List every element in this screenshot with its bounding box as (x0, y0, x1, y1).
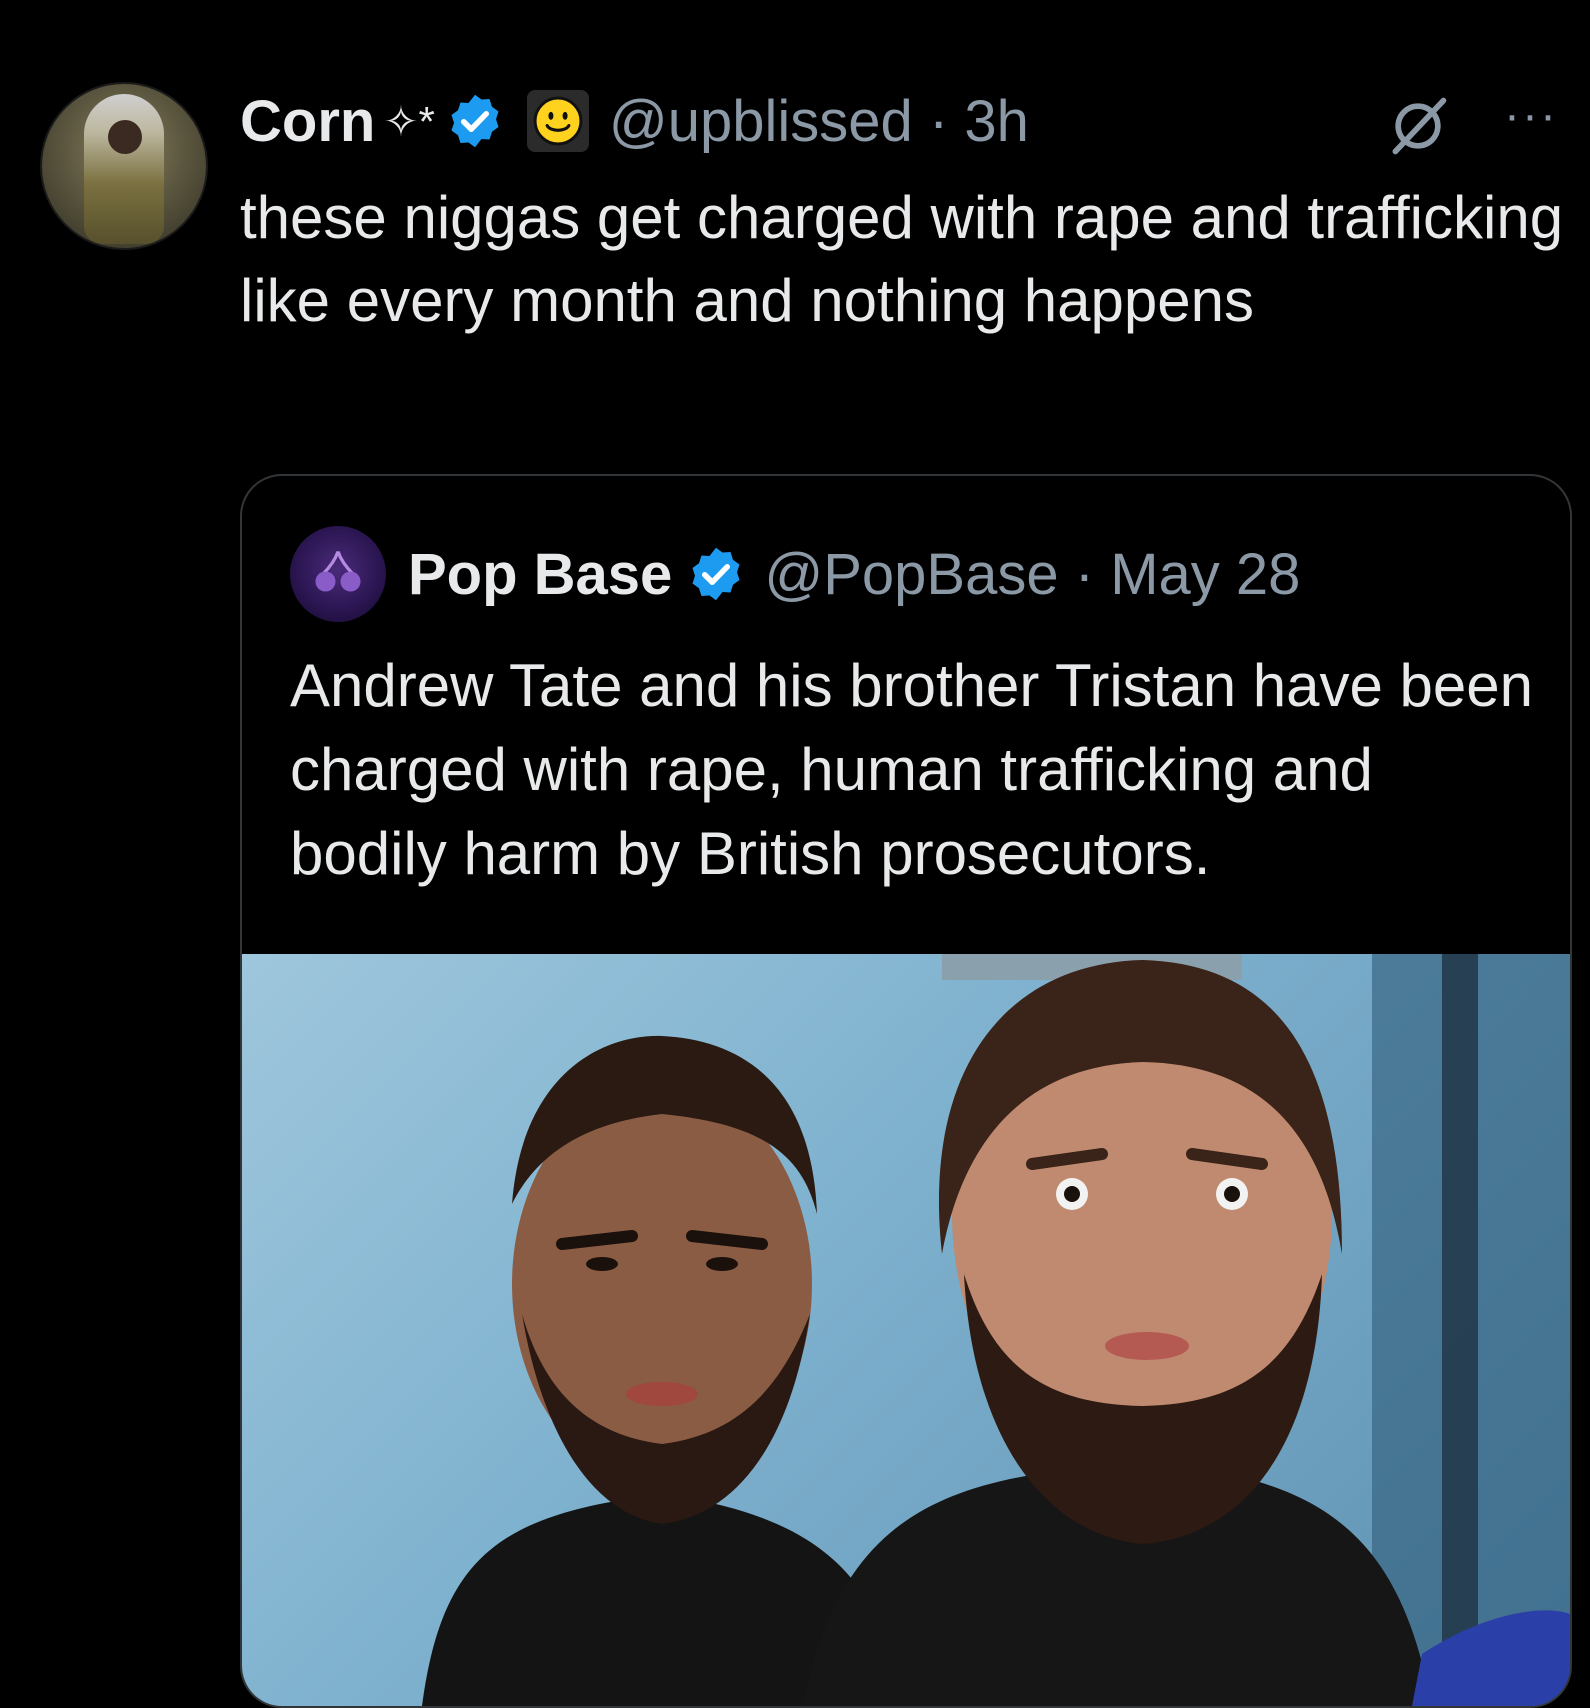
cherry-icon (315, 550, 361, 592)
separator-dot: · (928, 88, 949, 154)
author-name[interactable]: Corn (240, 88, 375, 155)
tweet-time[interactable]: 3h (964, 89, 1029, 154)
quoted-tweet-text: Andrew Tate and his brother Tristan have… (290, 652, 1534, 887)
quoted-header: Pop Base @PopBase · May 28 (408, 534, 1300, 614)
tweet-header: Corn ✧* @upblissed · 3h ··· (240, 86, 1570, 156)
grok-icon[interactable] (1384, 92, 1452, 165)
quoted-handle[interactable]: @PopBase · May 28 (764, 541, 1300, 608)
author-handle[interactable]: @upblissed · 3h (609, 88, 1029, 155)
photo-illustration (422, 954, 1570, 1706)
tweet-text: these niggas get charged with rape and t… (240, 184, 1564, 334)
verified-badge-icon[interactable] (445, 91, 505, 151)
quoted-tweet[interactable]: Pop Base @PopBase · May 28 Andrew Tate a… (240, 474, 1572, 1708)
quoted-verified-badge-icon[interactable] (686, 544, 746, 604)
more-icon[interactable]: ··· (1504, 88, 1558, 143)
quoted-author-avatar[interactable] (290, 526, 386, 622)
quoted-author-name[interactable]: Pop Base (408, 541, 672, 608)
quoted-handle-text: @PopBase (764, 541, 1059, 607)
author-avatar[interactable] (40, 82, 208, 250)
quoted-tweet-photo[interactable] (242, 954, 1570, 1706)
quoted-date: May 28 (1110, 541, 1301, 607)
avatar-figure (84, 94, 164, 244)
smiley-emoji-icon (526, 90, 589, 152)
handle-text: @upblissed (608, 88, 913, 154)
author-decoration: ✧* (383, 97, 435, 145)
quoted-separator-dot: · (1074, 541, 1095, 607)
avatar-face (108, 120, 142, 154)
